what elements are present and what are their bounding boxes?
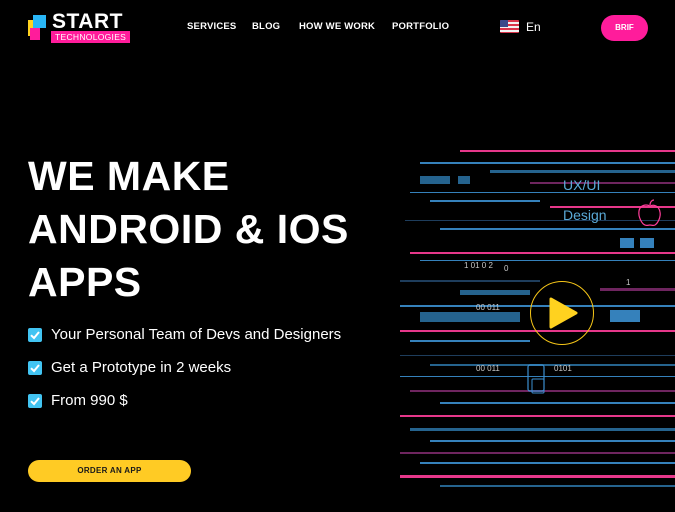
nav-how-we-work[interactable]: HOW WE WORK — [299, 21, 375, 32]
logo-mark-blue — [33, 15, 46, 28]
nav-portfolio[interactable]: PORTFOLIO — [392, 21, 449, 32]
code-snippet: 1 01 0 2 — [464, 261, 493, 270]
code-snippet: 00 011 — [476, 303, 500, 312]
feature-text: Get a Prototype in 2 weeks — [51, 359, 232, 376]
hero-title-line: ANDROID & IOS — [28, 206, 349, 252]
design-label: Design — [563, 207, 607, 223]
feature-text: Your Personal Team of Devs and Designers — [51, 326, 342, 343]
play-video-button[interactable] — [530, 281, 594, 345]
feature-text: From 990 $ — [51, 392, 128, 409]
logo-mark-pink — [30, 28, 40, 40]
checkbox-icon — [28, 394, 42, 408]
hero-title: WE MAKE ANDROID & IOS APPS — [28, 150, 349, 309]
nav-blog[interactable]: BLOG — [252, 21, 280, 32]
hero-title-line: APPS — [28, 259, 142, 305]
hero-visual: UX/UI Design 1 01 0 2 00 011 00 011 0101… — [400, 140, 675, 495]
nav-services[interactable]: SERVICES — [187, 21, 236, 32]
code-snippet: 0 — [504, 264, 509, 273]
code-snippet: 00 011 — [476, 364, 500, 373]
checkbox-icon — [28, 361, 42, 375]
phone-icon — [527, 364, 545, 394]
logo-subtitle: TECHNOLOGIES — [51, 31, 131, 43]
logo-brand: START — [52, 10, 123, 33]
order-app-button[interactable]: ORDER AN APP — [28, 460, 191, 482]
hero-title-line: WE MAKE — [28, 153, 230, 199]
us-flag-icon — [500, 20, 519, 33]
code-snippet: 1 — [626, 278, 631, 287]
play-icon — [549, 297, 578, 329]
uxui-label: UX/UI — [563, 177, 601, 193]
checkbox-icon — [28, 328, 42, 342]
logo[interactable]: START TECHNOLOGIES — [28, 10, 138, 45]
apple-icon — [638, 199, 661, 227]
code-snippet: 0101 — [554, 364, 572, 373]
language-code: En — [526, 20, 541, 34]
brif-button[interactable]: BRIF — [601, 15, 648, 41]
